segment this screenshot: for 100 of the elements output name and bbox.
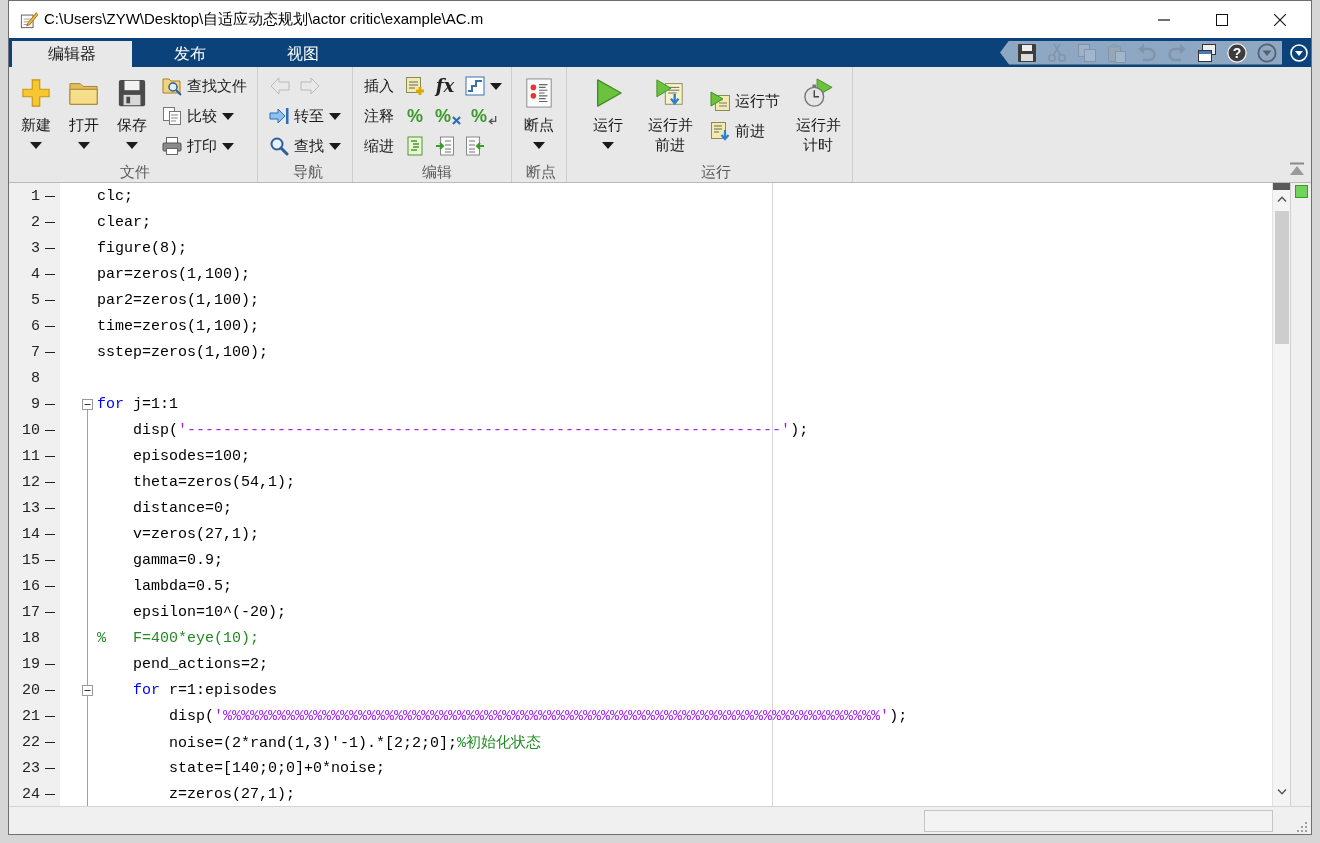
tab[interactable]: 视图: [248, 41, 358, 67]
printer-icon: [162, 136, 182, 156]
step-chart-icon: [465, 76, 485, 96]
advance-button[interactable]: 前进: [706, 118, 769, 144]
line-number: 14: [21, 525, 40, 543]
windows-icon: [1197, 42, 1217, 63]
code-line: theta=zeros(54,1);: [133, 473, 296, 491]
chevron-down-icon: [1276, 789, 1287, 795]
open-button[interactable]: 打开: [60, 71, 108, 159]
run-button[interactable]: 运行: [580, 71, 636, 159]
line-number: 23: [21, 759, 40, 777]
line-number: 19: [21, 655, 40, 673]
code-line: for r=1:episodes: [133, 681, 278, 699]
code-line: state=[140;0;0]+0*noise;: [169, 759, 386, 777]
search-icon: [269, 136, 289, 156]
line-number: 16: [21, 577, 40, 595]
document-lines-icon: [405, 136, 425, 156]
line-number: 13: [21, 499, 40, 517]
copy-icon: [1077, 42, 1097, 63]
line-number: 8: [30, 369, 40, 387]
run-section-button[interactable]: 运行节: [706, 88, 784, 114]
minus-box-icon[interactable]: [82, 398, 93, 410]
code-line: clc;: [97, 187, 133, 205]
chevron-up-icon: [1276, 196, 1287, 202]
toolstrip-options-button[interactable]: [1290, 43, 1308, 62]
line-number: 20: [21, 681, 40, 699]
code-line: gamma=0.9;: [133, 551, 223, 569]
code-line: distance=0;: [133, 499, 233, 517]
code-line: episodes=100;: [133, 447, 251, 465]
line-number: 6: [30, 317, 40, 335]
line-number: 15: [21, 551, 40, 569]
collapse-icon: [1289, 162, 1305, 176]
go-to-button[interactable]: 转至: [265, 103, 345, 129]
new-button[interactable]: 新建: [12, 71, 60, 159]
line-number: 9: [30, 395, 40, 413]
group-label: 断点: [525, 162, 556, 182]
close-icon: [1274, 13, 1286, 26]
vertical-scrollbar[interactable]: [1272, 183, 1290, 806]
line-number: 22: [21, 733, 40, 751]
minus-box-icon[interactable]: [82, 684, 93, 696]
document-plus-icon: [405, 76, 425, 96]
row-label: 缩进: [364, 136, 394, 156]
tab[interactable]: 发布: [135, 41, 245, 67]
circle-caret-icon: [1257, 42, 1277, 63]
play-document-icon: [710, 91, 730, 111]
code-line: par=zeros(1,100);: [97, 265, 251, 283]
arrow-left-icon: [270, 76, 290, 96]
line-number: 5: [30, 291, 40, 309]
code-line: clear;: [97, 213, 151, 231]
compare-button[interactable]: 比较: [158, 103, 238, 129]
code-line: lambda=0.5;: [133, 577, 233, 595]
line-number: 3: [30, 239, 40, 257]
line-number: 24: [21, 785, 40, 803]
line-number: 12: [21, 473, 40, 491]
breakpoints-button[interactable]: 断点: [515, 71, 563, 159]
scissors-icon: [1047, 42, 1067, 63]
code-line: v=zeros(27,1);: [133, 525, 260, 543]
splitter-handle[interactable]: [1273, 183, 1290, 190]
line-number: 10: [21, 421, 40, 439]
row-label: 注释: [364, 106, 394, 126]
find-files-button[interactable]: 查找文件: [158, 73, 251, 99]
code-line: epsilon=10^(-20);: [133, 603, 287, 621]
tab[interactable]: 编辑器: [12, 41, 132, 67]
indent-icon: [435, 136, 455, 156]
document-arrow-icon: [710, 121, 730, 141]
arrow-right-icon: [269, 106, 289, 126]
plus-icon: [21, 78, 51, 108]
code-line: % F=400*eye(10);: [97, 629, 260, 647]
save-button[interactable]: 保存: [108, 71, 156, 159]
minimize-icon: [1158, 18, 1170, 21]
documents-icon: [162, 106, 182, 126]
code-line: z=zeros(27,1);: [169, 785, 296, 803]
folder-search-icon: [162, 76, 182, 96]
line-number: 2: [30, 213, 40, 231]
print-button[interactable]: 打印: [158, 133, 238, 159]
help-button[interactable]: ?: [1227, 42, 1247, 63]
run-and-time-button[interactable]: 运行并计时: [790, 71, 846, 159]
outdent-icon: [465, 136, 485, 156]
line-number: 11: [21, 447, 40, 465]
line-number: 1: [30, 187, 40, 205]
collapse-toolstrip-button[interactable]: [1289, 162, 1305, 176]
code-line: pend_actions=2;: [133, 655, 269, 673]
maximize-icon: [1216, 13, 1228, 26]
scrollbar-thumb[interactable]: [1274, 211, 1289, 344]
code-line: figure(8);: [97, 239, 187, 257]
insert-function-button[interactable]: fx: [430, 73, 460, 99]
code-line: sstep=zeros(1,100);: [97, 343, 269, 361]
resize-grip-icon[interactable]: [1297, 822, 1307, 832]
group-label: 导航: [292, 162, 323, 182]
find-button[interactable]: 查找: [265, 133, 345, 159]
run-and-advance-button[interactable]: 运行并前进: [642, 71, 698, 159]
undo-icon: [1137, 42, 1157, 63]
group-label: 编辑: [421, 162, 452, 182]
return-arrow-icon: [488, 116, 498, 125]
line-number: 18: [21, 629, 40, 647]
circle-caret-icon: [1290, 43, 1308, 62]
arrow-right-icon: [300, 76, 320, 96]
stopwatch-play-icon: [803, 78, 833, 108]
clipboard-icon: [1107, 42, 1127, 63]
redo-icon: [1167, 42, 1187, 63]
